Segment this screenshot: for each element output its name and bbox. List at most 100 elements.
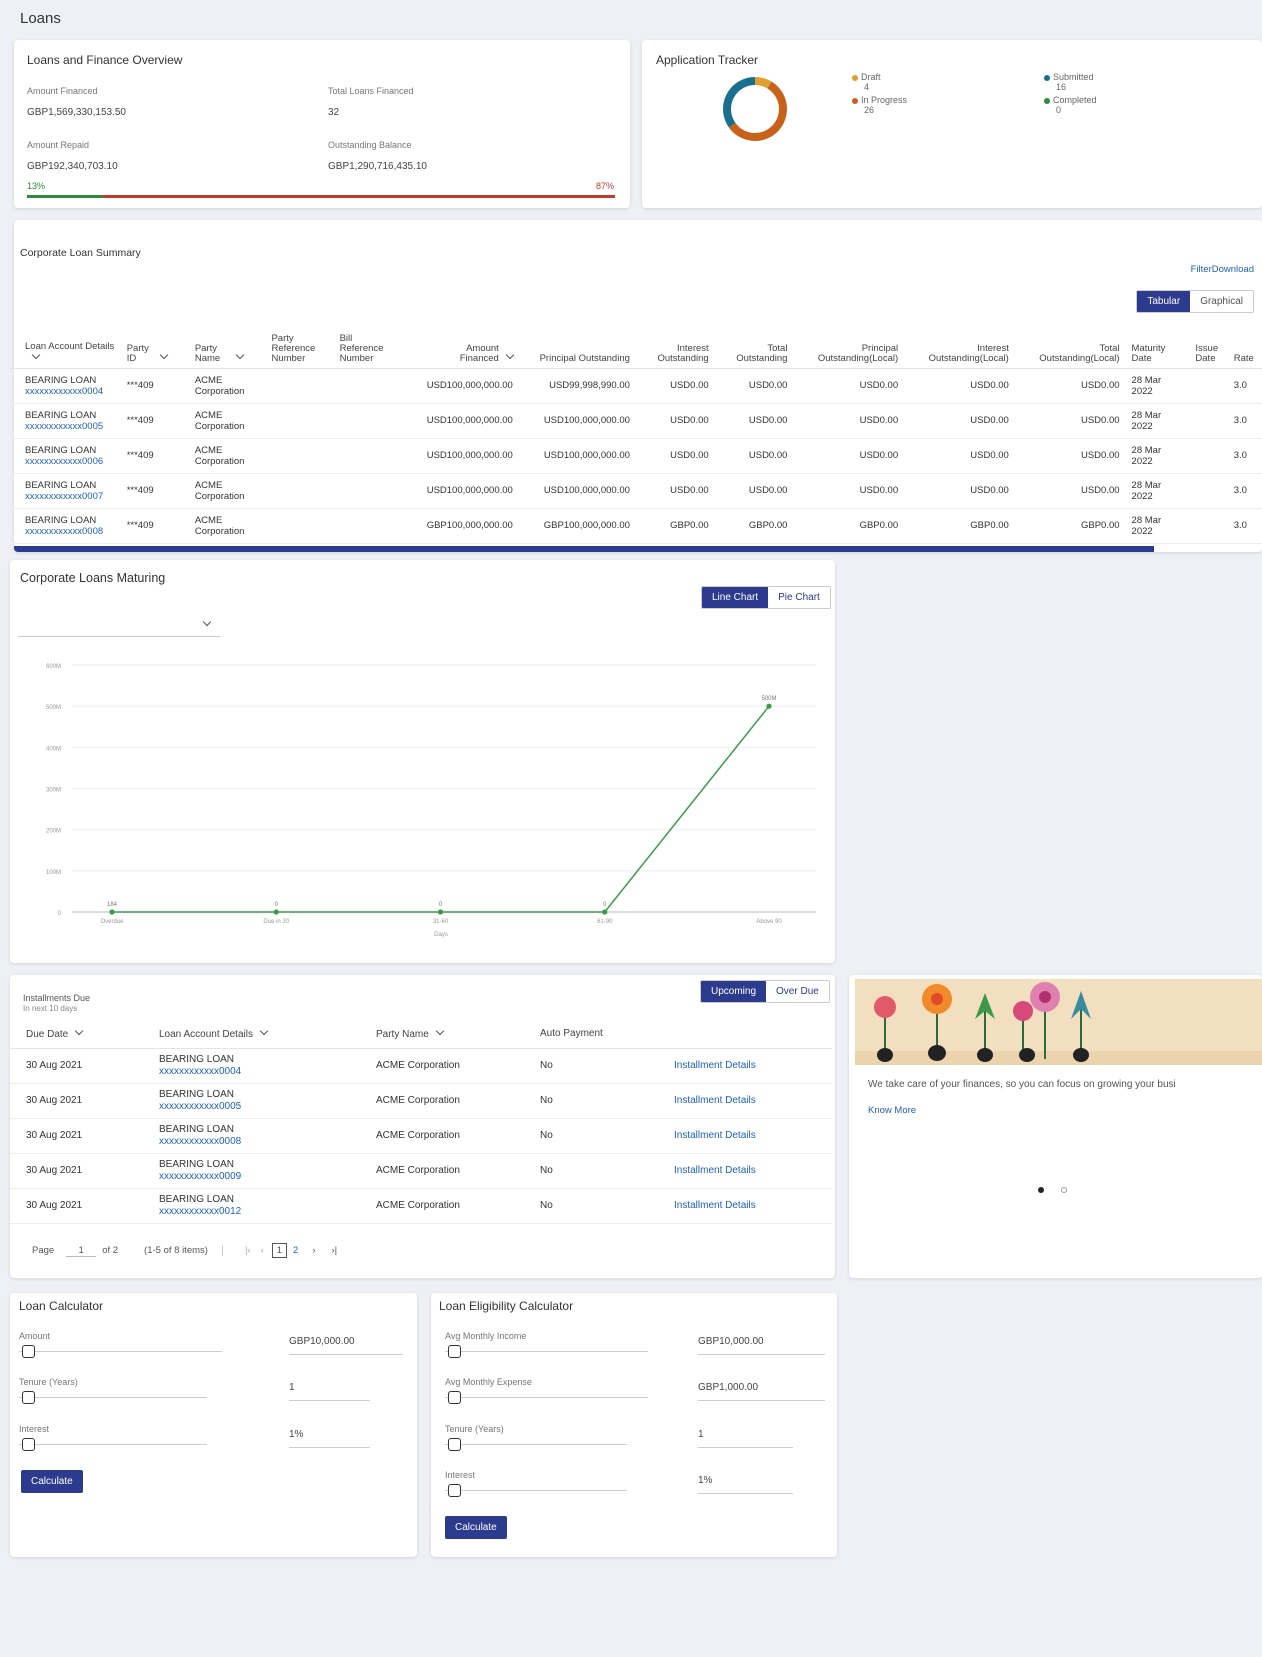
installments-toggle: Upcoming Over Due [700, 980, 830, 1003]
installment-details-link[interactable]: Installment Details [674, 1095, 756, 1106]
download-link[interactable]: Download [1212, 264, 1254, 275]
income-field[interactable]: GBP10,000.00 [698, 1336, 764, 1347]
promo-text: We take care of your finances, so you ca… [868, 1079, 1176, 1090]
elig-interest-slider-track[interactable] [445, 1490, 627, 1491]
tenure-field-underline [289, 1400, 370, 1401]
installment-details-link[interactable]: Installment Details [674, 1165, 756, 1176]
col-installment-loan-account[interactable]: Loan Account Details [143, 1020, 360, 1049]
loan-account-link[interactable]: xxxxxxxxxxxx0008 [25, 526, 103, 537]
installment-details-link[interactable]: Installment Details [674, 1200, 756, 1211]
elig-interest-slider-thumb[interactable] [448, 1484, 461, 1497]
interest-outstanding-cell: USD0.00 [635, 368, 715, 404]
table-scrollbar[interactable] [14, 546, 1154, 552]
installment-details-link[interactable]: Installment Details [674, 1060, 756, 1071]
col-amount-financed[interactable]: Amount Financed [401, 330, 519, 369]
overdue-tab[interactable]: Over Due [766, 981, 829, 1002]
interest-slider-thumb[interactable] [22, 1438, 35, 1451]
y-tick-label: 600M [46, 664, 61, 670]
col-installment-party-name[interactable]: Party Name [360, 1020, 524, 1049]
carousel-dot-active[interactable] [1038, 1187, 1044, 1193]
submitted-label: Submitted [1053, 72, 1094, 82]
page-1-button[interactable]: 1 [271, 1243, 288, 1258]
installment-details-cell: Installment Details [658, 1118, 832, 1154]
installment-account-link[interactable]: xxxxxxxxxxxx0012 [159, 1206, 241, 1217]
next-page-icon[interactable]: › [312, 1245, 315, 1256]
interest-slider-track[interactable] [19, 1444, 207, 1445]
draft-dot [852, 74, 858, 81]
page-2-button[interactable]: 2 [293, 1245, 298, 1256]
loan-account-link[interactable]: xxxxxxxxxxxx0005 [25, 421, 103, 432]
rate-cell: 3.0 [1227, 403, 1262, 439]
last-page-icon[interactable]: ›| [332, 1245, 338, 1256]
table-row: 30 Aug 2021 BEARING LOAN xxxxxxxxxxxx0004 A… [10, 1048, 832, 1084]
data-label: 0 [603, 902, 607, 908]
know-more-link[interactable]: Know More [868, 1105, 916, 1116]
auto-payment-cell: No [524, 1083, 658, 1119]
elig-tenure-field[interactable]: 1 [698, 1429, 704, 1440]
chevron-down-icon [259, 1026, 269, 1035]
tenure-slider-thumb[interactable] [22, 1391, 35, 1404]
donut-slice-draft[interactable] [754, 77, 772, 89]
page-title: Loans [20, 10, 61, 27]
page-input[interactable]: 1 [66, 1245, 97, 1257]
expense-field-underline [698, 1400, 825, 1401]
interest-field[interactable]: 1% [289, 1429, 303, 1440]
col-party-id[interactable]: Party ID [120, 330, 189, 369]
amount-financed-cell: USD100,000,000.00 [401, 438, 519, 474]
donut-slice-submitted[interactable] [723, 77, 756, 128]
completed-dot [1044, 97, 1050, 104]
elig-tenure-slider-thumb[interactable] [448, 1438, 461, 1451]
summary-view-toggle: Tabular Graphical [1136, 290, 1254, 313]
installment-account-link[interactable]: xxxxxxxxxxxx0009 [159, 1171, 241, 1182]
loan-calculate-button[interactable]: Calculate [21, 1470, 83, 1493]
income-slider-track[interactable] [445, 1351, 648, 1352]
chevron-down-icon [75, 1026, 84, 1035]
summary-title: Corporate Loan Summary [20, 247, 141, 259]
interest-local-cell: USD0.00 [904, 368, 1015, 404]
due-date-cell: 30 Aug 2021 [10, 1153, 143, 1189]
income-slider-thumb[interactable] [448, 1345, 461, 1358]
installment-account-link[interactable]: xxxxxxxxxxxx0004 [159, 1066, 241, 1077]
donut-slice-in-progress[interactable] [728, 81, 787, 141]
expense-field[interactable]: GBP1,000.00 [698, 1382, 758, 1393]
eligibility-calculator-card: Loan Eligibility Calculator Avg Monthly … [431, 1293, 837, 1557]
elig-tenure-slider-track[interactable] [445, 1444, 627, 1445]
loan-account-link[interactable]: xxxxxxxxxxxx0004 [25, 386, 103, 397]
amount-field[interactable]: GBP10,000.00 [289, 1336, 355, 1347]
elig-interest-field[interactable]: 1% [698, 1475, 712, 1486]
principal-local-cell: USD0.00 [793, 438, 905, 474]
upcoming-tab[interactable]: Upcoming [701, 981, 767, 1002]
graphical-view-button[interactable]: Graphical [1190, 291, 1253, 312]
table-row: 30 Aug 2021 BEARING LOAN xxxxxxxxxxxx0012 A… [10, 1188, 832, 1224]
y-tick-label: 200M [46, 829, 61, 835]
elig-calculate-button[interactable]: Calculate [445, 1516, 507, 1539]
col-due-date[interactable]: Due Date [10, 1020, 143, 1049]
loan-account-link[interactable]: xxxxxxxxxxxx0006 [25, 456, 103, 467]
page-of: of 2 [102, 1245, 119, 1256]
loan-account-cell: BEARING LOAN xxxxxxxxxxxx0008 [10, 508, 121, 544]
expense-slider-thumb[interactable] [448, 1391, 461, 1404]
carousel-dot[interactable] [1061, 1187, 1067, 1193]
prev-page-icon[interactable]: ‹ [261, 1245, 264, 1256]
loan-tenure-label: Tenure (Years) [19, 1377, 78, 1387]
amount-slider-track[interactable] [19, 1351, 222, 1352]
tenure-slider-track[interactable] [19, 1397, 207, 1398]
installment-details-link[interactable]: Installment Details [674, 1130, 756, 1141]
loan-account-link[interactable]: xxxxxxxxxxxx0007 [25, 491, 103, 502]
col-loan-account[interactable]: Loan Account Details [10, 330, 121, 369]
amount-slider-thumb[interactable] [22, 1345, 35, 1358]
installment-account-link[interactable]: xxxxxxxxxxxx0005 [159, 1101, 241, 1112]
loan-summary-table: Loan Account Details Party ID Party Name… [10, 330, 1262, 544]
draft-label: Draft [861, 72, 881, 82]
filter-link[interactable]: Filter [1191, 264, 1212, 275]
chevron-down-icon [435, 1026, 445, 1035]
installment-account-link[interactable]: xxxxxxxxxxxx0008 [159, 1136, 241, 1147]
elig-calc-title: Loan Eligibility Calculator [439, 1299, 574, 1313]
col-party-name[interactable]: Party Name [188, 330, 266, 369]
expense-slider-track[interactable] [445, 1397, 648, 1398]
tabular-view-button[interactable]: Tabular [1137, 291, 1191, 312]
installment-details-cell: Installment Details [658, 1083, 832, 1119]
total-local-cell: USD0.00 [1014, 438, 1126, 474]
tenure-field[interactable]: 1 [289, 1382, 295, 1393]
first-page-icon[interactable]: |‹ [245, 1245, 251, 1256]
